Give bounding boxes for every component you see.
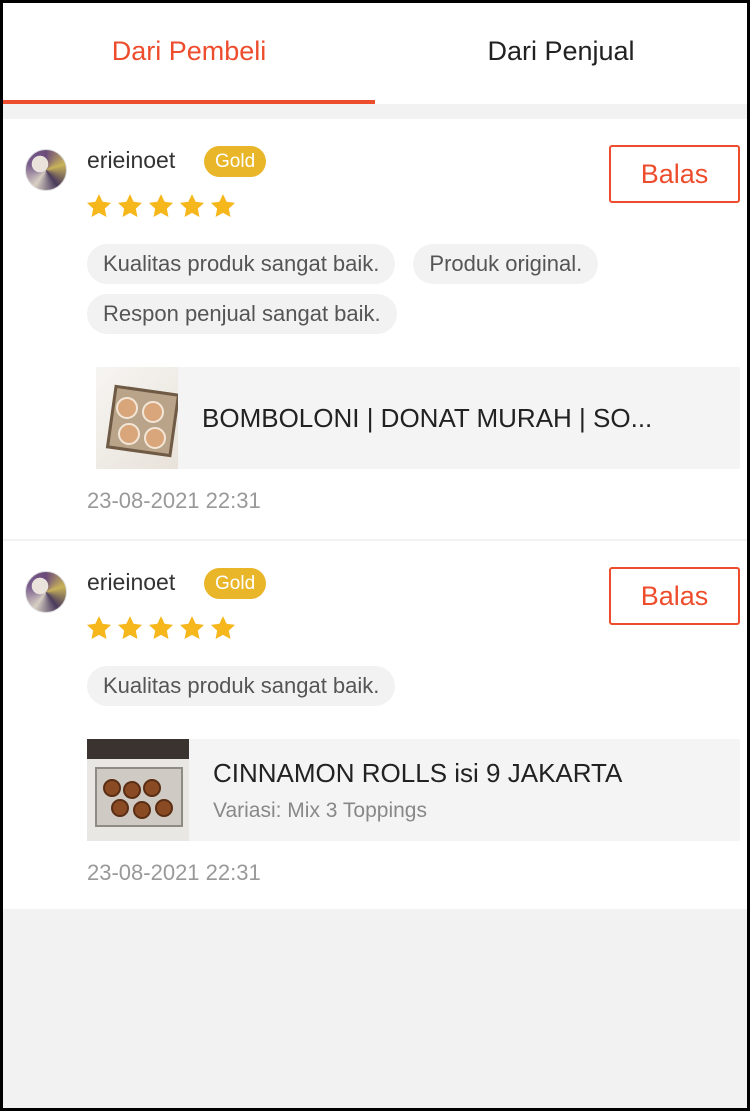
product-card[interactable]: CINNAMON ROLLS isi 9 JAKARTA Variasi: Mi… <box>87 739 740 841</box>
tab-dari-penjual[interactable]: Dari Penjual <box>375 3 747 104</box>
star-icon <box>210 194 236 217</box>
active-tab-indicator <box>3 100 375 104</box>
username: erieinoet <box>87 569 176 595</box>
star-icon <box>210 616 236 639</box>
tab-dari-pembeli[interactable]: Dari Pembeli <box>3 3 375 104</box>
review-card: erieinoet Gold Balas Kualitas produk san… <box>3 119 747 539</box>
star-icon <box>179 616 205 639</box>
star-rating <box>85 192 237 220</box>
product-thumbnail <box>96 367 178 469</box>
review-tags: Kualitas produk sangat baik. <box>87 666 707 706</box>
product-card[interactable]: BOMBOLONI | DONAT MURAH | SO... <box>96 367 740 469</box>
product-info: BOMBOLONI | DONAT MURAH | SO... <box>178 367 740 469</box>
avatar[interactable] <box>25 571 67 613</box>
product-variation: Variasi: Mix 3 Toppings <box>213 798 427 822</box>
star-icon <box>148 194 174 217</box>
star-icon <box>148 616 174 639</box>
reply-button[interactable]: Balas <box>609 145 740 203</box>
product-name: CINNAMON ROLLS isi 9 JAKARTA <box>213 757 623 788</box>
product-thumbnail <box>87 739 189 841</box>
star-icon <box>86 616 112 639</box>
star-icon <box>86 194 112 217</box>
username: erieinoet <box>87 147 176 173</box>
tab-label: Dari Penjual <box>487 36 635 66</box>
star-icon <box>179 194 205 217</box>
tab-bar: Dari Pembeli Dari Penjual <box>3 3 747 104</box>
review-card: erieinoet Gold Balas Kualitas produk san… <box>3 541 747 909</box>
gold-badge: Gold <box>204 568 267 599</box>
gold-badge: Gold <box>204 146 267 177</box>
review-tag: Kualitas produk sangat baik. <box>87 244 396 284</box>
star-icon <box>117 194 143 217</box>
product-name: BOMBOLONI | DONAT MURAH | SO... <box>202 402 653 433</box>
reply-button[interactable]: Balas <box>609 567 740 625</box>
review-tags: Kualitas produk sangat baik. Produk orig… <box>87 244 707 334</box>
review-tag: Produk original. <box>413 244 599 284</box>
avatar[interactable] <box>25 149 67 191</box>
review-tag: Kualitas produk sangat baik. <box>87 666 396 706</box>
review-date: 23-08-2021 22:31 <box>87 860 261 885</box>
tab-label: Dari Pembeli <box>111 36 267 66</box>
star-icon <box>117 616 143 639</box>
star-rating <box>85 614 237 642</box>
review-tag: Respon penjual sangat baik. <box>87 294 397 334</box>
review-date: 23-08-2021 22:31 <box>87 488 261 513</box>
screen: Dari Pembeli Dari Penjual erieinoet Gold… <box>3 3 747 1108</box>
product-info: CINNAMON ROLLS isi 9 JAKARTA Variasi: Mi… <box>189 739 740 841</box>
